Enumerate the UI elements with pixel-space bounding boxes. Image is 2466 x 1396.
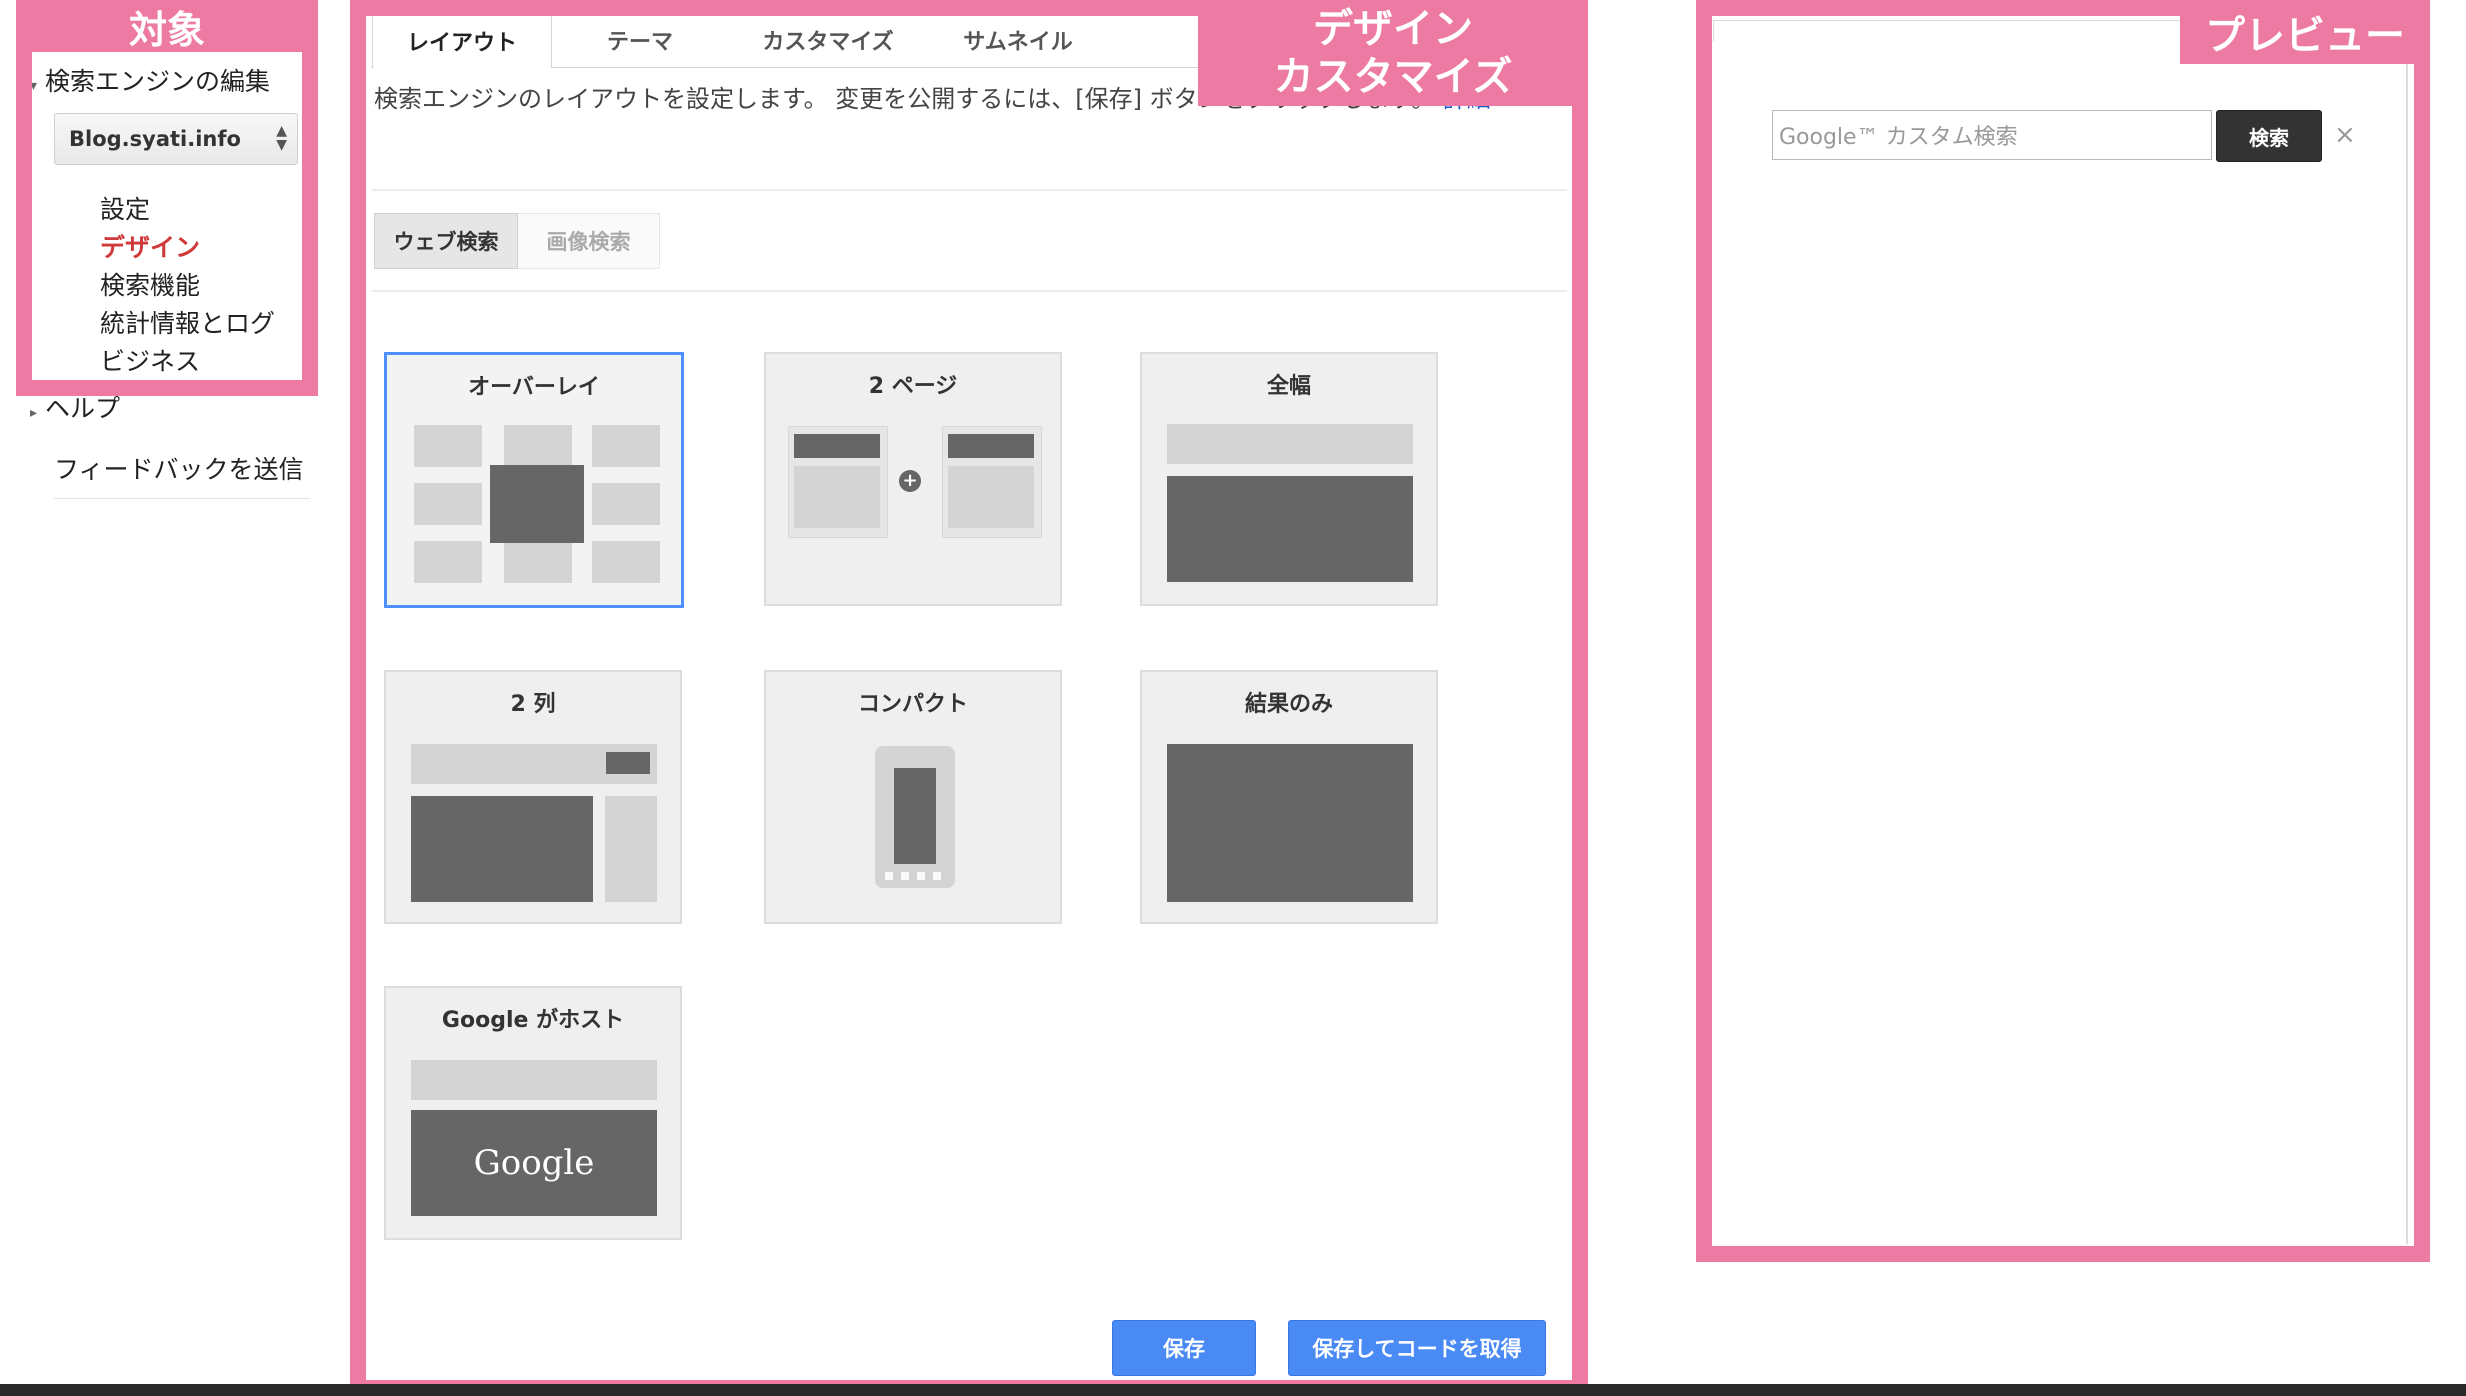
- triangle-right-icon: ▸: [30, 405, 38, 421]
- annotation-design-line1: デザイン: [1313, 6, 1473, 52]
- annotation-label-design: デザイン カスタマイズ: [1198, 0, 1588, 106]
- annotation-frame-preview: [1696, 0, 2430, 1262]
- annotation-frame-design: [350, 0, 1588, 1396]
- sidebar-divider: [54, 498, 310, 499]
- annotation-frame-target: [16, 0, 318, 396]
- annotation-design-line2: カスタマイズ: [1273, 54, 1513, 100]
- bottom-strip: [0, 1384, 2466, 1396]
- feedback-link[interactable]: フィードバックを送信: [54, 450, 304, 486]
- annotation-label-target: 対象: [16, 0, 318, 52]
- annotation-label-preview: プレビュー: [2180, 0, 2430, 64]
- help-label: ヘルプ: [44, 394, 120, 423]
